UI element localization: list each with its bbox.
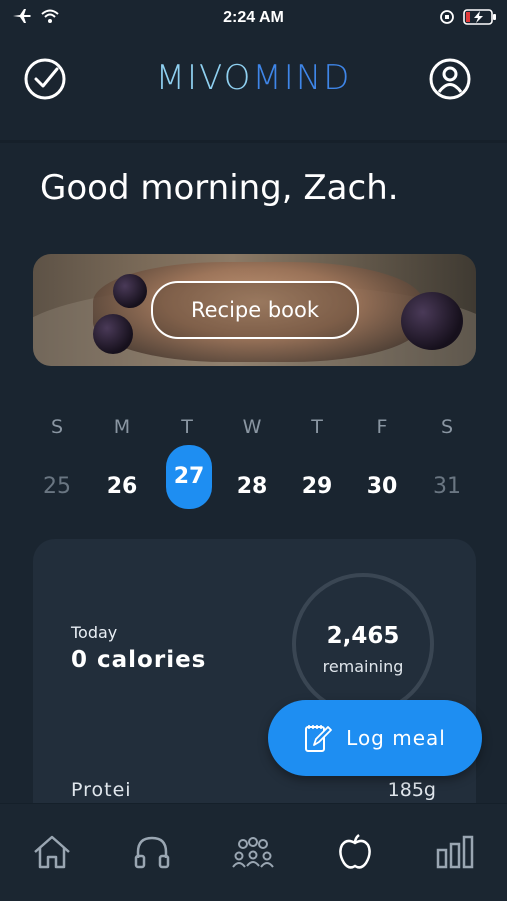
day-tue[interactable]: T 27 <box>157 416 217 509</box>
calorie-ring: 2,465 remaining <box>292 573 434 715</box>
remaining-label: remaining <box>322 657 404 676</box>
headphones-icon <box>134 836 170 869</box>
day-fri[interactable]: F 30 <box>352 416 412 499</box>
day-letter: T <box>181 416 193 438</box>
notepad-edit-icon <box>305 725 333 752</box>
day-letter: S <box>440 416 454 438</box>
status-bar: 2:24 AM <box>0 0 507 36</box>
app-header: MIVOMIND <box>0 40 507 120</box>
nav-audio[interactable] <box>130 830 174 874</box>
day-letter: F <box>376 416 388 438</box>
day-thu[interactable]: T 29 <box>287 416 347 499</box>
protein-value: 185g <box>387 779 436 801</box>
blackberry-image <box>401 292 463 350</box>
nav-community[interactable] <box>231 830 275 874</box>
day-sat[interactable]: S 31 <box>417 416 477 499</box>
battery-icon <box>463 8 497 30</box>
community-icon <box>232 837 274 868</box>
calories-consumed: 0 calories <box>71 647 207 673</box>
day-number-selected: 27 <box>166 445 212 509</box>
day-letter: S <box>50 416 64 438</box>
protein-label: Protei <box>71 779 132 801</box>
bottom-nav <box>0 803 507 901</box>
nav-home[interactable] <box>30 830 74 874</box>
logo-part-2: MIND <box>252 58 352 98</box>
blackberry-image <box>93 314 133 354</box>
profile-button[interactable] <box>428 57 472 101</box>
logo-part-1: MIVO <box>155 58 253 98</box>
day-number: 30 <box>366 474 398 499</box>
day-letter: W <box>242 416 262 438</box>
nav-progress[interactable] <box>433 830 477 874</box>
calorie-summary-card[interactable]: Today 0 calories 2,465 remaining Protei … <box>33 539 476 829</box>
blackberry-image <box>113 274 147 308</box>
day-sun[interactable]: S 25 <box>27 416 87 499</box>
recipe-book-button[interactable]: Recipe book <box>151 281 359 339</box>
header-divider <box>0 140 507 143</box>
orientation-lock-icon <box>439 9 455 29</box>
day-number: 25 <box>43 474 71 499</box>
user-icon <box>429 58 471 100</box>
day-number: 26 <box>106 474 138 499</box>
day-wed[interactable]: W 28 <box>222 416 282 499</box>
status-time: 2:24 AM <box>223 9 284 26</box>
remaining-calories-value: 2,465 <box>326 623 400 649</box>
day-letter: T <box>311 416 323 438</box>
log-meal-label: Log meal <box>346 726 446 750</box>
day-number: 29 <box>301 474 333 499</box>
greeting-text: Good morning, Zach. <box>40 168 399 208</box>
recipe-banner[interactable]: Recipe book <box>33 254 476 366</box>
day-letter: M <box>113 416 131 438</box>
day-number: 28 <box>236 474 268 499</box>
day-mon[interactable]: M 26 <box>92 416 152 499</box>
nav-nutrition[interactable] <box>333 830 377 874</box>
today-label: Today <box>71 623 118 642</box>
home-icon <box>34 835 70 869</box>
stats-icon <box>436 835 474 869</box>
log-meal-button[interactable]: Log meal <box>268 700 482 776</box>
apple-icon <box>339 834 371 869</box>
day-number: 31 <box>433 474 461 499</box>
